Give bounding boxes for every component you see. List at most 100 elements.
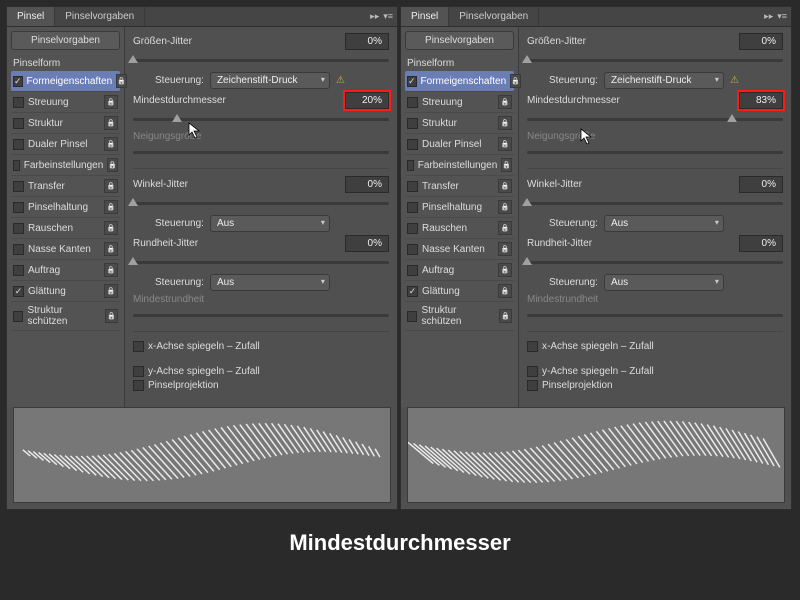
lock-icon[interactable] xyxy=(498,284,512,298)
sidebar-item[interactable]: Struktur schützen xyxy=(11,302,120,331)
checkbox[interactable] xyxy=(407,118,418,129)
checkbox[interactable] xyxy=(407,76,417,87)
sidebar-item[interactable]: Rauschen xyxy=(11,218,120,239)
roundness-jitter-slider[interactable] xyxy=(527,255,783,269)
menu-icon[interactable]: ▾≡ xyxy=(777,11,787,22)
size-jitter-value[interactable]: 0% xyxy=(739,33,783,50)
checkbox[interactable] xyxy=(13,286,24,297)
size-control-select[interactable]: Zeichenstift-Druck xyxy=(604,72,724,89)
lock-icon[interactable] xyxy=(116,74,127,88)
checkbox[interactable] xyxy=(13,202,24,213)
sidebar-item[interactable]: Dualer Pinsel xyxy=(405,134,514,155)
flip-y-checkbox[interactable]: y-Achse spiegeln – Zufall xyxy=(527,366,654,377)
angle-control-select[interactable]: Aus xyxy=(210,215,330,232)
sidebar-item[interactable]: Pinselhaltung xyxy=(405,197,514,218)
lock-icon[interactable] xyxy=(104,137,118,151)
angle-jitter-slider[interactable] xyxy=(133,196,389,210)
sidebar-item[interactable]: Struktur xyxy=(11,113,120,134)
sidebar-item[interactable]: Dualer Pinsel xyxy=(11,134,120,155)
sidebar-item[interactable]: Auftrag xyxy=(11,260,120,281)
lock-icon[interactable] xyxy=(498,242,512,256)
sidebar-item[interactable]: Struktur schützen xyxy=(405,302,514,331)
lock-icon[interactable] xyxy=(501,158,512,172)
checkbox[interactable] xyxy=(407,181,418,192)
sidebar-item[interactable]: Farbeinstellungen xyxy=(405,155,514,176)
sidebar-item[interactable]: Struktur xyxy=(405,113,514,134)
checkbox[interactable] xyxy=(407,160,414,171)
checkbox[interactable] xyxy=(13,244,24,255)
lock-icon[interactable] xyxy=(104,179,118,193)
lock-icon[interactable] xyxy=(105,309,118,323)
lock-icon[interactable] xyxy=(498,137,512,151)
brush-tip-shape[interactable]: Pinselform xyxy=(405,54,514,71)
sidebar-item[interactable]: Formeigenschaften xyxy=(405,71,514,92)
checkbox[interactable] xyxy=(407,139,418,150)
checkbox[interactable] xyxy=(407,223,418,234)
checkbox[interactable] xyxy=(407,265,418,276)
checkbox[interactable] xyxy=(13,139,24,150)
lock-icon[interactable] xyxy=(104,95,118,109)
min-diameter-value[interactable]: 83% xyxy=(739,92,783,109)
lock-icon[interactable] xyxy=(498,95,512,109)
brush-projection-checkbox[interactable]: Pinselprojektion xyxy=(527,380,783,391)
lock-icon[interactable] xyxy=(498,116,512,130)
sidebar-item[interactable]: Streuung xyxy=(405,92,514,113)
menu-icon[interactable]: ▾≡ xyxy=(383,11,393,22)
roundness-jitter-slider[interactable] xyxy=(133,255,389,269)
min-diameter-value[interactable]: 20% xyxy=(345,92,389,109)
roundness-jitter-value[interactable]: 0% xyxy=(345,235,389,252)
sidebar-item[interactable]: Transfer xyxy=(11,176,120,197)
sidebar-item[interactable]: Nasse Kanten xyxy=(11,239,120,260)
roundness-control-select[interactable]: Aus xyxy=(210,274,330,291)
lock-icon[interactable] xyxy=(499,309,512,323)
angle-control-select[interactable]: Aus xyxy=(604,215,724,232)
size-control-select[interactable]: Zeichenstift-Druck xyxy=(210,72,330,89)
sidebar-item[interactable]: Streuung xyxy=(11,92,120,113)
brush-presets-button[interactable]: Pinselvorgaben xyxy=(405,31,514,50)
roundness-jitter-value[interactable]: 0% xyxy=(739,235,783,252)
sidebar-item[interactable]: Farbeinstellungen xyxy=(11,155,120,176)
lock-icon[interactable] xyxy=(104,284,118,298)
lock-icon[interactable] xyxy=(104,221,118,235)
lock-icon[interactable] xyxy=(498,200,512,214)
tab-brush[interactable]: Pinsel xyxy=(401,7,449,26)
sidebar-item[interactable]: Auftrag xyxy=(405,260,514,281)
checkbox[interactable] xyxy=(407,202,418,213)
tab-presets[interactable]: Pinselvorgaben xyxy=(55,7,145,26)
sidebar-item[interactable]: Rauschen xyxy=(405,218,514,239)
lock-icon[interactable] xyxy=(107,158,118,172)
checkbox[interactable] xyxy=(13,265,24,276)
collapse-icon[interactable]: ▸▸ xyxy=(764,11,773,22)
checkbox[interactable] xyxy=(13,181,24,192)
sidebar-item[interactable]: Transfer xyxy=(405,176,514,197)
sidebar-item[interactable]: Nasse Kanten xyxy=(405,239,514,260)
collapse-icon[interactable]: ▸▸ xyxy=(370,11,379,22)
flip-x-checkbox[interactable]: x-Achse spiegeln – Zufall xyxy=(527,341,654,352)
brush-tip-shape[interactable]: Pinselform xyxy=(11,54,120,71)
flip-y-checkbox[interactable]: y-Achse spiegeln – Zufall xyxy=(133,366,260,377)
lock-icon[interactable] xyxy=(104,263,118,277)
lock-icon[interactable] xyxy=(498,263,512,277)
checkbox[interactable] xyxy=(13,118,24,129)
flip-x-checkbox[interactable]: x-Achse spiegeln – Zufall xyxy=(133,341,260,352)
angle-jitter-slider[interactable] xyxy=(527,196,783,210)
angle-jitter-value[interactable]: 0% xyxy=(345,176,389,193)
lock-icon[interactable] xyxy=(498,179,512,193)
min-diameter-slider[interactable] xyxy=(527,112,783,126)
roundness-control-select[interactable]: Aus xyxy=(604,274,724,291)
sidebar-item[interactable]: Pinselhaltung xyxy=(11,197,120,218)
checkbox[interactable] xyxy=(407,286,418,297)
checkbox[interactable] xyxy=(13,76,23,87)
brush-presets-button[interactable]: Pinselvorgaben xyxy=(11,31,120,50)
lock-icon[interactable] xyxy=(104,200,118,214)
lock-icon[interactable] xyxy=(510,74,521,88)
checkbox[interactable] xyxy=(407,311,417,322)
checkbox[interactable] xyxy=(13,97,24,108)
lock-icon[interactable] xyxy=(104,242,118,256)
checkbox[interactable] xyxy=(13,311,23,322)
checkbox[interactable] xyxy=(13,223,24,234)
size-jitter-slider[interactable] xyxy=(133,53,389,67)
sidebar-item[interactable]: Formeigenschaften xyxy=(11,71,120,92)
sidebar-item[interactable]: Glättung xyxy=(405,281,514,302)
tab-presets[interactable]: Pinselvorgaben xyxy=(449,7,539,26)
